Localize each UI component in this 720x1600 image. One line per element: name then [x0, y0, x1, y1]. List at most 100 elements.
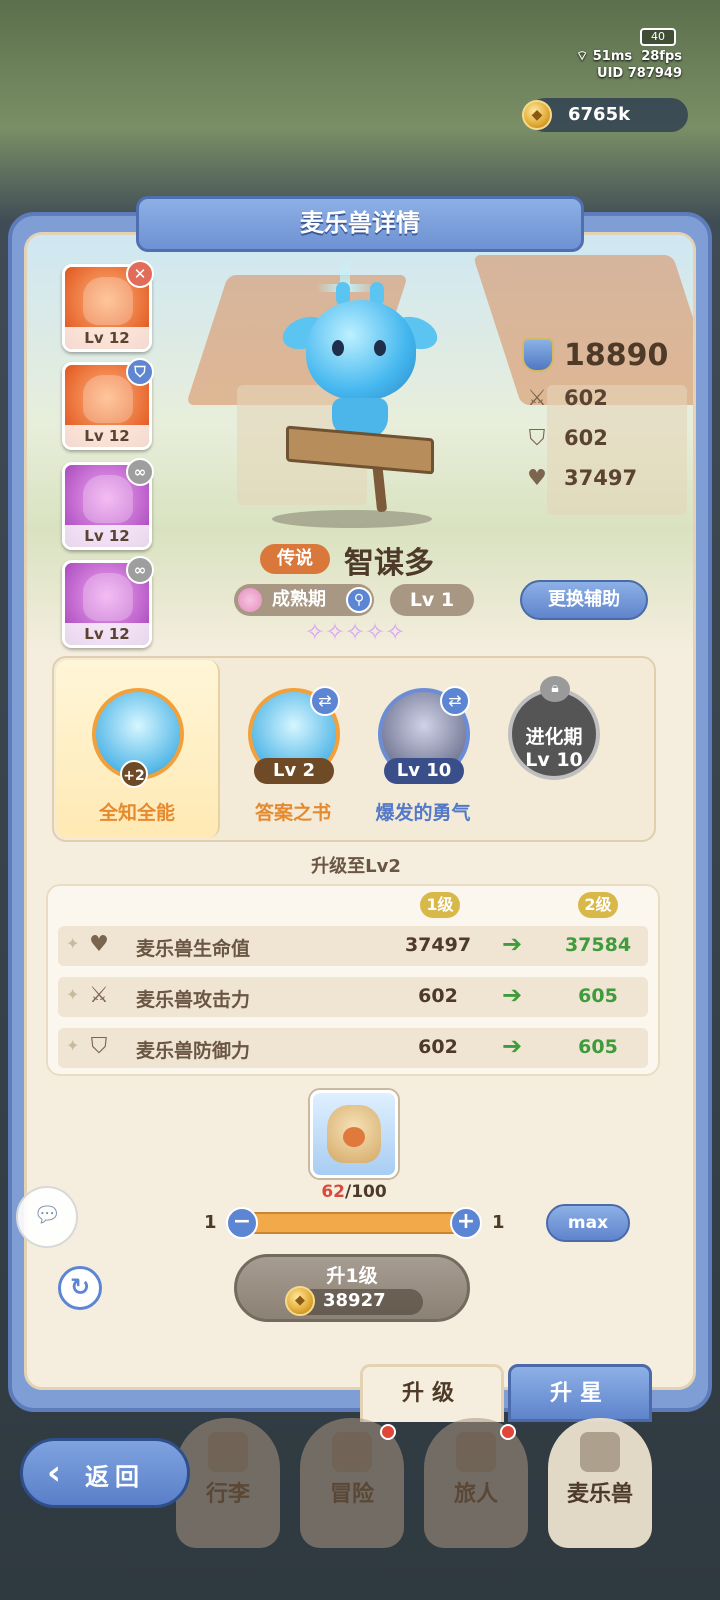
- notification-dot: [500, 1424, 516, 1440]
- star-rating: ✧✧✧✧✧: [304, 618, 406, 646]
- side-pet-level: Lv 12: [65, 623, 149, 645]
- stat-current: 602: [418, 1036, 458, 1058]
- currency-display[interactable]: ◆ 6765k: [522, 98, 688, 132]
- defense-stat: ⛉ 602: [522, 424, 692, 456]
- swap-icon[interactable]: ⇄: [440, 686, 470, 716]
- crossed-swords-icon: ⚔: [89, 983, 109, 1008]
- stat-label: 麦乐兽攻击力: [136, 989, 251, 1011]
- minus-button[interactable]: −: [226, 1207, 258, 1239]
- skill-level: Lv 10: [384, 758, 464, 784]
- table-row: ✦ ⚔ 麦乐兽攻击力 602 ➔ 605: [58, 977, 648, 1017]
- nav-label: 冒险: [329, 1482, 374, 1507]
- side-pet-level: Lv 12: [65, 525, 149, 547]
- rarity-badge: 传说: [260, 544, 330, 574]
- skill-bonus-badge: +2: [120, 760, 148, 788]
- pet-model[interactable]: [306, 300, 416, 400]
- combat-power: 18890: [522, 336, 692, 376]
- plus-button[interactable]: +: [450, 1207, 482, 1239]
- back-button[interactable]: ‹ 返回: [20, 1438, 190, 1508]
- fps-label: 28fps: [641, 49, 682, 64]
- table-row: ✦ ⛉ 麦乐兽防御力 602 ➔ 605: [58, 1028, 648, 1068]
- stat-current: 37497: [404, 934, 472, 956]
- coin-icon: ◆: [285, 1286, 315, 1316]
- defense-value: 602: [564, 426, 608, 450]
- tab-star-up[interactable]: 升星: [508, 1364, 652, 1422]
- stat-next: 605: [578, 1036, 618, 1058]
- pet-level: Lv 1: [390, 584, 474, 616]
- currency-value: 6765k: [568, 104, 631, 125]
- upgrade-cost: ◆ 38927: [285, 1286, 423, 1316]
- evolution-title: 进化期: [525, 726, 583, 748]
- lock-icon: 🔒︎: [540, 676, 570, 702]
- material-need: /100: [344, 1182, 387, 1202]
- pet-portrait: [83, 475, 133, 523]
- back-label: 返回: [85, 1463, 145, 1491]
- nav-label: 麦乐兽: [566, 1482, 633, 1507]
- side-pet-level: Lv 12: [65, 327, 149, 349]
- table-row: ✦ ♥ 麦乐兽生命值 37497 ➔ 37584: [58, 926, 648, 966]
- evolution-level: Lv 10: [525, 749, 583, 771]
- link-icon: ∞: [126, 556, 154, 584]
- chat-icon[interactable]: 💬︎: [16, 1186, 78, 1248]
- pet-model-part: [374, 340, 386, 356]
- hp-value: 37497: [564, 466, 638, 490]
- max-button[interactable]: max: [546, 1204, 630, 1242]
- shield-icon: ⛉: [126, 358, 154, 386]
- nav-label: 行李: [205, 1482, 250, 1507]
- material-count: 62/100: [310, 1182, 398, 1202]
- stat-next: 605: [578, 985, 618, 1007]
- hp-stat: ♥ 37497: [522, 464, 692, 496]
- change-assist-button[interactable]: 更换辅助: [520, 580, 648, 620]
- pet-portrait: [83, 375, 133, 423]
- upgrade-button[interactable]: 升1级 ◆ 38927: [234, 1254, 470, 1322]
- arrow-right-icon: ➔: [502, 981, 523, 1009]
- skill-name: 全知全能: [98, 802, 175, 824]
- pet-portrait: [83, 573, 133, 621]
- crossed-swords-icon: [332, 1432, 372, 1472]
- upgrade-target-label: 升级至Lv2: [311, 856, 401, 877]
- level-slider-track[interactable]: [238, 1212, 468, 1234]
- combat-power-icon: [522, 338, 554, 372]
- heart-icon: ♥: [527, 466, 547, 491]
- pet-model-part: [332, 340, 344, 356]
- tab-upgrade[interactable]: 升级: [360, 1364, 504, 1422]
- combat-power-value: 18890: [564, 338, 669, 373]
- stat-current: 602: [418, 985, 458, 1007]
- attack-value: 602: [564, 386, 608, 410]
- link-icon: ∞: [126, 458, 154, 486]
- pet-name: 智谋多: [344, 546, 434, 581]
- nav-item-pets[interactable]: 麦乐兽: [548, 1418, 652, 1548]
- shield-icon: ⛉: [528, 426, 546, 451]
- swap-icon[interactable]: ⇄: [310, 686, 340, 716]
- pet-portrait: [83, 277, 133, 325]
- network-status: ⌔ 51ms 28fps: [562, 48, 682, 64]
- skill-name: 爆发的勇气: [375, 802, 471, 824]
- arrow-right-icon: ➔: [502, 930, 523, 958]
- battery-indicator: 40: [640, 28, 676, 46]
- arrow-right-icon: ➔: [502, 1032, 523, 1060]
- upgrade-cost-value: 38927: [323, 1290, 386, 1311]
- skill-level: Lv 2: [254, 758, 334, 784]
- remove-icon[interactable]: ✕: [126, 260, 154, 288]
- back-arrow-icon: ‹: [47, 1453, 62, 1493]
- refresh-icon[interactable]: ↻: [58, 1266, 102, 1310]
- skill-name: 答案之书: [254, 802, 331, 824]
- growth-stage: 成熟期 ⚲: [234, 584, 374, 616]
- slider-min-value: 1: [204, 1212, 217, 1233]
- magnifier-icon[interactable]: ⚲: [346, 587, 372, 613]
- uid-label: UID 787949: [597, 66, 682, 81]
- nav-label: 旅人: [453, 1482, 498, 1507]
- material-have: 62: [321, 1182, 345, 1202]
- wifi-icon: ⌔: [576, 49, 593, 64]
- coin-icon: ◆: [522, 100, 552, 130]
- stat-label: 麦乐兽防御力: [136, 1040, 251, 1062]
- stat-next: 37584: [564, 934, 632, 956]
- heart-icon: ♥: [89, 932, 109, 957]
- crossed-swords-icon: ⚔: [527, 386, 547, 411]
- shield-icon: ⛉: [90, 1034, 108, 1059]
- attack-stat: ⚔ 602: [522, 384, 692, 416]
- pet-icon: [580, 1432, 620, 1472]
- upgrade-material-item[interactable]: [310, 1090, 398, 1178]
- nav-item-bag[interactable]: 行李: [176, 1418, 280, 1548]
- pet-shadow: [272, 510, 432, 528]
